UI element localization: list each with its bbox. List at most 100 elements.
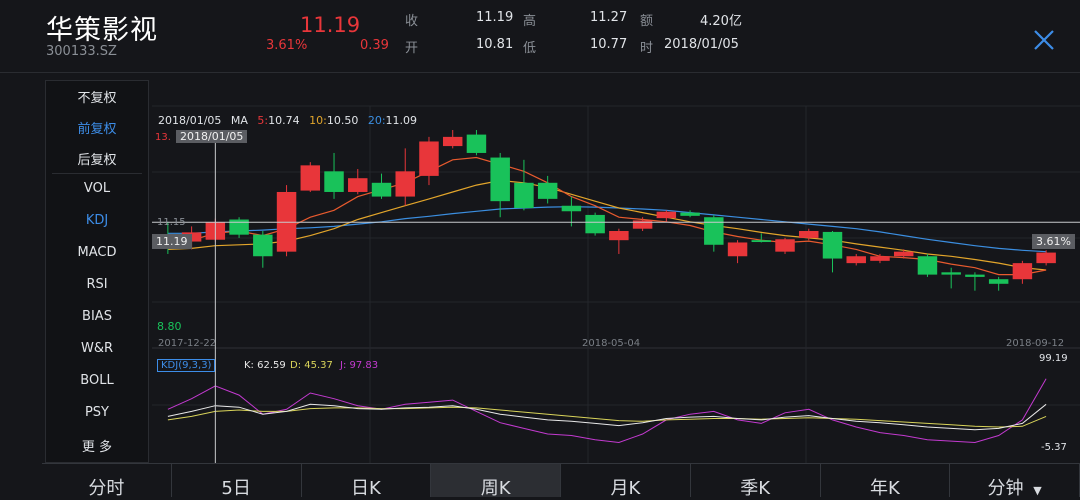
ma20-line <box>167 206 1047 253</box>
candle-body <box>609 231 629 241</box>
change-percent: 3.61% <box>266 38 308 53</box>
legend-ma5-value: 10.74 <box>268 114 300 127</box>
candle-body <box>442 136 463 147</box>
period-tabs: 分时 5日 日K 周K 月K 季K 年K 分钟 ▼ <box>42 463 1080 499</box>
candle-body <box>395 171 415 197</box>
legend-date: 2018/01/05 <box>158 114 222 127</box>
tab-quarterly-k[interactable]: 季K <box>691 464 821 499</box>
menu-divider <box>52 173 142 174</box>
tab-monthly-k[interactable]: 月K <box>561 464 691 499</box>
menu-item-macd[interactable]: MACD <box>46 245 148 260</box>
x-date-right: 2018-09-12 <box>1006 338 1065 349</box>
stat-value-time: 2018/01/05 <box>664 37 739 52</box>
stat-label-amount: 额 <box>640 14 654 29</box>
candle-body <box>1012 263 1033 280</box>
kdj-j-line <box>167 378 1047 444</box>
candle-body <box>514 182 534 209</box>
candle-body <box>348 178 368 192</box>
crosshair-pct-label: 3.61% <box>1032 234 1075 249</box>
kdj-j-value: J: 97.83 <box>340 360 379 371</box>
candle-body <box>324 171 344 192</box>
menu-item-bias[interactable]: BIAS <box>46 309 148 324</box>
candle-body <box>1036 252 1056 264</box>
change-amount: 0.39 <box>360 38 389 53</box>
tab-yearly-k[interactable]: 年K <box>821 464 951 499</box>
candle-body <box>893 251 914 257</box>
kdj-lines <box>167 378 1047 444</box>
chart-canvas <box>152 105 1080 463</box>
menu-item-more[interactable]: 更 多 <box>46 436 148 455</box>
ma10-line <box>167 179 1047 271</box>
menu-item-rsi[interactable]: RSI <box>46 277 148 292</box>
stat-value-amount: 4.20亿 <box>700 14 742 29</box>
legend-ma5-label: 5: <box>257 114 269 127</box>
stat-label-open: 开 <box>405 41 419 56</box>
ma-legend: 2018/01/05 MA 5:10.74 10:10.50 20:11.09 <box>158 114 417 127</box>
kdj-k-value: K: 62.59 <box>244 360 286 371</box>
candle-body <box>632 220 653 229</box>
menu-item-no-adjust[interactable]: 不复权 <box>46 87 148 106</box>
stat-value-high: 11.27 <box>590 10 628 25</box>
top-price-label: 13. <box>155 132 171 143</box>
candle-body <box>300 165 321 191</box>
candles <box>158 130 1056 291</box>
stock-code: 300133.SZ <box>46 44 117 59</box>
crosshair-price-label: 11.19 <box>152 234 192 249</box>
menu-item-psy[interactable]: PSY <box>46 405 148 420</box>
candle-body <box>585 214 605 234</box>
candle-body <box>680 212 700 216</box>
tab-5day[interactable]: 5日 <box>172 464 302 499</box>
candle-body <box>656 211 677 219</box>
candle-body <box>965 274 985 277</box>
tab-minute[interactable]: 分钟 ▼ <box>950 464 1080 499</box>
header-divider <box>0 72 1080 73</box>
menu-item-backward-adjust[interactable]: 后复权 <box>46 149 148 168</box>
stat-label-time: 时 <box>640 41 654 56</box>
tab-weekly-k[interactable]: 周K <box>431 464 561 499</box>
menu-item-forward-adjust[interactable]: 前复权 <box>46 118 148 137</box>
candle-body <box>988 279 1009 284</box>
candle-body <box>846 256 866 264</box>
level-price-label: 11.15 <box>157 217 186 228</box>
x-date-left: 2017-12-22 <box>158 338 217 349</box>
candle-body <box>775 239 795 252</box>
menu-item-wr[interactable]: W&R <box>46 341 148 356</box>
menu-item-boll[interactable]: BOLL <box>46 373 148 388</box>
tab-daily-k[interactable]: 日K <box>302 464 432 499</box>
ma5-line <box>167 156 1047 276</box>
stat-value-close: 11.19 <box>476 10 514 25</box>
stat-label-high: 高 <box>523 14 537 29</box>
stat-label-close: 收 <box>405 14 419 29</box>
candle-body <box>561 205 582 212</box>
candle-body <box>466 134 487 153</box>
candle-body <box>704 217 724 245</box>
candle-body <box>537 182 558 199</box>
legend-ma10-value: 10.50 <box>326 114 359 127</box>
legend-ma20-label: 20: <box>367 114 386 127</box>
close-icon[interactable] <box>1030 26 1058 54</box>
kdj-k-line <box>167 403 1047 431</box>
stock-name: 华策影视 <box>46 15 158 46</box>
legend-ma10-label: 10: <box>309 114 327 127</box>
indicator-menu: 不复权 前复权 后复权 VOL KDJ MACD RSI BIAS W&R BO… <box>45 80 149 463</box>
x-date-mid: 2018-05-04 <box>582 338 641 349</box>
candle-body <box>870 256 890 261</box>
candle-body <box>419 141 439 176</box>
candle-body <box>822 231 843 259</box>
kdj-d-value: D: 45.37 <box>290 360 333 371</box>
candle-body <box>941 272 961 275</box>
kline-chart[interactable]: 2018/01/05 MA 5:10.74 10:10.50 20:11.09 … <box>152 80 1080 463</box>
tab-intraday[interactable]: 分时 <box>42 464 172 499</box>
chart-grid <box>152 105 1080 463</box>
stat-value-low: 10.77 <box>590 37 628 52</box>
candle-body <box>751 240 772 243</box>
chevron-down-icon: ▼ <box>1033 484 1042 497</box>
kdj-label-box[interactable]: KDJ(9,3,3) <box>157 359 216 372</box>
candle-body <box>799 231 819 238</box>
candle-body <box>371 182 392 197</box>
menu-item-vol[interactable]: VOL <box>46 181 148 196</box>
candle-body <box>253 234 273 257</box>
menu-item-kdj[interactable]: KDJ <box>46 213 148 228</box>
candle-body <box>490 157 510 202</box>
legend-ma20-value: 11.09 <box>385 114 418 127</box>
